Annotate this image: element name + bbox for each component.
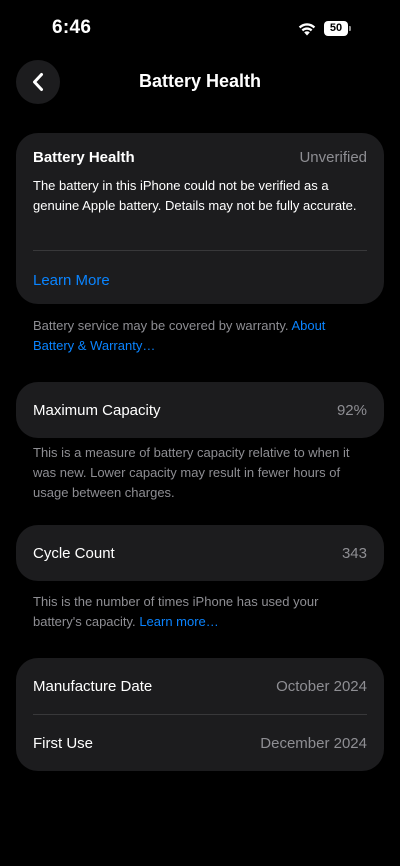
cycle-count-label: Cycle Count — [33, 544, 115, 562]
maximum-capacity-note: This is a measure of battery capacity re… — [33, 445, 350, 500]
first-use-label: First Use — [33, 734, 93, 752]
maximum-capacity-value: 92% — [336, 401, 367, 419]
battery-health-status: Unverified — [299, 149, 367, 166]
learn-more-link[interactable]: Learn More — [33, 272, 110, 289]
battery-level: 50 — [329, 22, 343, 34]
battery-health-description: The battery in this iPhone could not be … — [33, 178, 357, 213]
warranty-note: Battery service may be covered by warran… — [33, 316, 369, 356]
maximum-capacity-label: Maximum Capacity — [33, 401, 161, 419]
status-time: 6:46 — [52, 17, 92, 38]
battery-health-card: Battery Health Unverified The battery in… — [16, 133, 384, 304]
first-use-value: December 2024 — [260, 734, 367, 752]
manufacture-date-label: Manufacture Date — [33, 677, 153, 695]
maximum-capacity-card: Maximum Capacity 92% — [16, 382, 384, 438]
status-bar: 6:46 50 — [0, 0, 400, 56]
wifi-icon — [297, 21, 317, 37]
page-title: Battery Health — [138, 71, 262, 91]
battery-health-label: Battery Health — [33, 149, 135, 166]
cycle-count-note: This is the number of times iPhone has u… — [33, 592, 369, 632]
battery-icon: 50 — [324, 21, 354, 38]
cycle-count-card: Cycle Count 343 — [16, 525, 384, 581]
cycle-count-learn-more-link[interactable]: Learn more… — [139, 614, 218, 629]
manufacture-date-value: October 2024 — [276, 677, 367, 695]
cycle-count-value: 343 — [341, 544, 367, 562]
warranty-note-text: Battery service may be covered by warran… — [33, 318, 289, 333]
dates-card: Manufacture Date October 2024 First Use … — [16, 658, 384, 771]
